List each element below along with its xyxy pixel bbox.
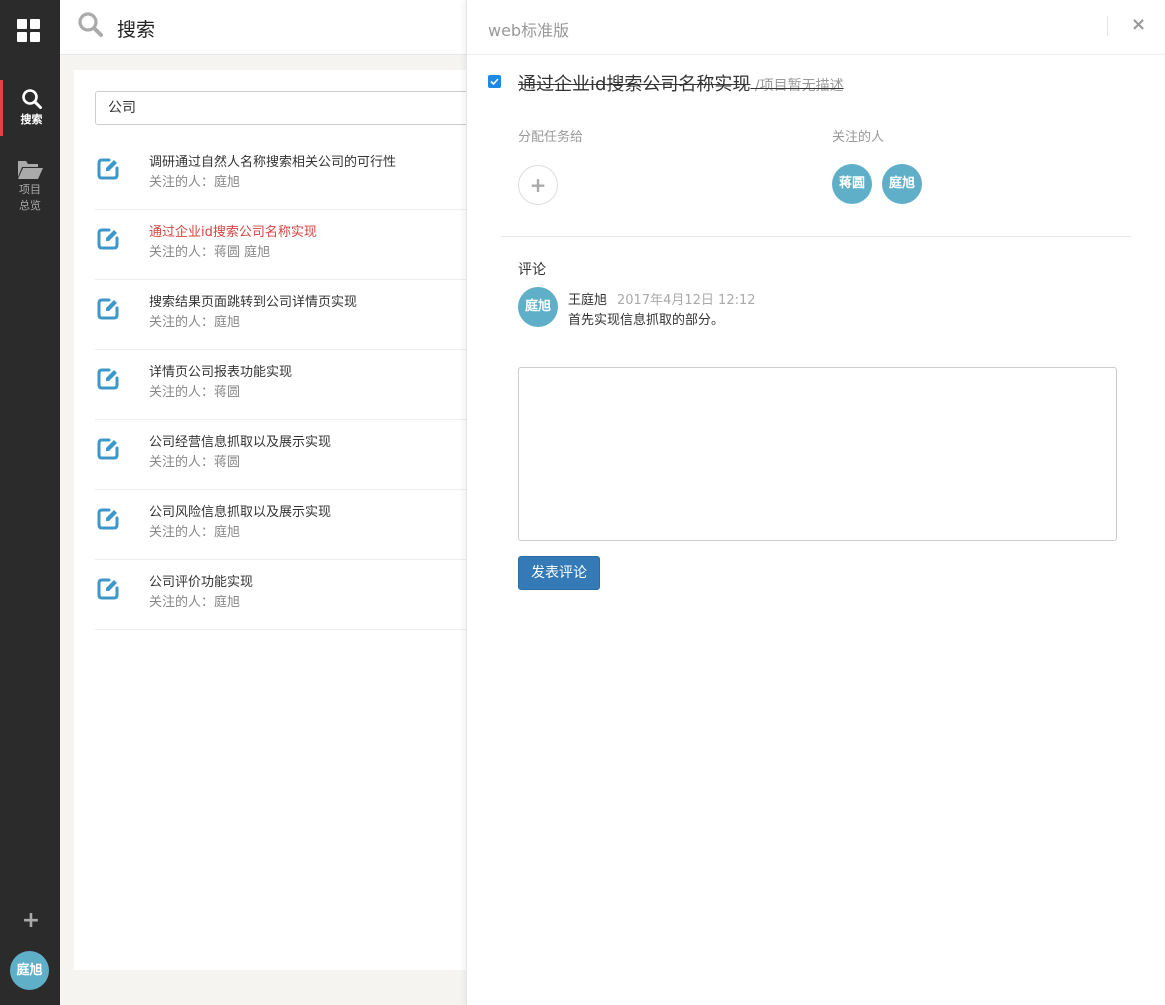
submit-comment-button[interactable]: 发表评论: [518, 556, 600, 590]
search-header: 搜索: [60, 0, 480, 55]
result-title[interactable]: 搜索结果页面跳转到公司详情页实现: [149, 291, 357, 310]
nav-projects-label-2: 总览: [19, 199, 41, 212]
search-result-item[interactable]: 公司经营信息抓取以及展示实现关注的人：蒋圆: [95, 420, 475, 490]
comment-author: 王庭旭: [568, 293, 608, 308]
result-followers: 关注的人：蒋圆 庭旭: [149, 245, 271, 260]
search-result-item[interactable]: 搜索结果页面跳转到公司详情页实现关注的人：庭旭: [95, 280, 475, 350]
comments-label: 评论: [518, 262, 546, 278]
comment-time: 2017年4月12日 12:12: [617, 293, 756, 308]
search-result-item[interactable]: 调研通过自然人名称搜索相关公司的可行性关注的人：庭旭: [95, 140, 475, 210]
nav-item-projects[interactable]: 项目 总览: [0, 158, 60, 214]
result-title[interactable]: 通过企业id搜索公司名称实现: [149, 221, 317, 240]
task-title[interactable]: 通过企业id搜索公司名称实现 /项目暂无描述: [518, 70, 844, 96]
result-followers: 关注的人：庭旭: [149, 525, 241, 540]
search-result-item[interactable]: 公司风险信息抓取以及展示实现关注的人：庭旭: [95, 490, 475, 560]
nav-projects-label-1: 项目: [19, 183, 41, 196]
user-avatar[interactable]: 庭旭: [10, 951, 49, 990]
search-icon: [78, 12, 103, 37]
check-icon: [490, 78, 499, 86]
header-divider: [1107, 16, 1108, 36]
comment-header: 王庭旭 2017年4月12日 12:12: [568, 289, 756, 308]
result-followers: 关注的人：蒋圆: [149, 385, 241, 400]
close-icon[interactable]: ×: [1131, 14, 1146, 35]
left-nav: 搜索 项目 总览 + 庭旭: [0, 0, 60, 1005]
edit-icon: [95, 226, 121, 256]
comment-text: 首先实现信息抓取的部分。: [568, 313, 725, 328]
search-result-item[interactable]: 公司评价功能实现关注的人：庭旭: [95, 560, 475, 630]
task-description: /项目暂无描述: [750, 78, 844, 94]
followers-label: 关注的人: [832, 130, 885, 145]
result-followers: 关注的人：庭旭: [149, 595, 241, 610]
app-grid-logo-icon[interactable]: [17, 19, 41, 43]
follower-avatar[interactable]: 蒋圆: [832, 164, 872, 204]
assign-add-button[interactable]: +: [518, 165, 558, 205]
result-followers: 关注的人：蒋圆: [149, 455, 241, 470]
follower-avatar[interactable]: 庭旭: [882, 164, 922, 204]
result-title[interactable]: 公司风险信息抓取以及展示实现: [149, 501, 331, 520]
result-title[interactable]: 详情页公司报表功能实现: [149, 361, 292, 380]
edit-icon: [95, 296, 121, 326]
edit-icon: [95, 576, 121, 606]
edit-icon: [95, 436, 121, 466]
result-followers: 关注的人：庭旭: [149, 175, 241, 190]
page-title: 搜索: [117, 19, 156, 41]
project-name[interactable]: web标准版: [488, 17, 569, 41]
search-result-item[interactable]: 详情页公司报表功能实现关注的人：蒋圆: [95, 350, 475, 420]
search-icon: [21, 89, 42, 109]
comment-textarea[interactable]: [518, 367, 1117, 541]
edit-icon: [95, 366, 121, 396]
search-input[interactable]: 公司: [95, 91, 485, 125]
nav-search-label: 搜索: [20, 113, 43, 126]
folder-open-icon: [18, 161, 43, 179]
result-followers: 关注的人：庭旭: [149, 315, 241, 330]
detail-header: web标准版 ×: [467, 0, 1165, 55]
comment-avatar: 庭旭: [518, 287, 558, 327]
task-detail-panel: web标准版 × 通过企业id搜索公司名称实现 /项目暂无描述 分配任务给 关注…: [466, 0, 1165, 1005]
result-title[interactable]: 公司评价功能实现: [149, 571, 253, 590]
section-divider: [501, 236, 1131, 237]
search-result-item[interactable]: 通过企业id搜索公司名称实现关注的人：蒋圆 庭旭: [95, 210, 475, 280]
result-title[interactable]: 调研通过自然人名称搜索相关公司的可行性: [149, 151, 396, 170]
add-icon[interactable]: +: [21, 910, 41, 932]
task-title-text: 通过企业id搜索公司名称实现: [518, 74, 751, 95]
assign-label: 分配任务给: [518, 130, 584, 145]
result-title[interactable]: 公司经营信息抓取以及展示实现: [149, 431, 331, 450]
task-complete-checkbox[interactable]: [488, 75, 501, 88]
nav-item-search[interactable]: 搜索: [0, 80, 60, 136]
edit-icon: [95, 156, 121, 186]
search-results-panel: 公司 调研通过自然人名称搜索相关公司的可行性 关注的人：庭旭 通过企业id搜索公司名…: [74, 70, 485, 970]
edit-icon: [95, 506, 121, 536]
